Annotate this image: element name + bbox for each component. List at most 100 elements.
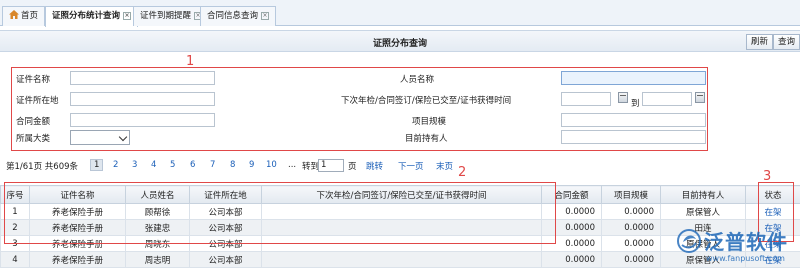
cell-next-date [261, 203, 542, 220]
pager-page-9[interactable]: 9 [249, 160, 254, 170]
cert-name-label: 证件名称 [16, 75, 51, 85]
current-holder-input[interactable] [561, 130, 706, 144]
contract-amount-input[interactable] [70, 113, 215, 127]
cell-amount: 0.0000 [541, 235, 602, 252]
cell-location: 公司本部 [189, 235, 262, 252]
cell-scale: 0.0000 [601, 219, 661, 236]
pager: 第1/61页 共609条 1 2 3 4 5 6 7 8 9 10 ... 转到… [0, 159, 480, 174]
annotation-marker-1: 1 [186, 54, 195, 69]
cell-amount: 0.0000 [541, 251, 602, 268]
cert-name-input[interactable] [70, 71, 215, 85]
cell-no: 1 [0, 203, 30, 220]
cell-cert-name: 养老保险手册 [29, 203, 126, 220]
col-header-holder[interactable]: 目前持有人 [660, 185, 746, 204]
page-title: 证照分布查询 [372, 39, 427, 49]
col-header-no[interactable]: 序号 [0, 185, 30, 204]
cell-scale: 0.0000 [601, 235, 661, 252]
cell-location: 公司本部 [189, 251, 262, 268]
project-scale-input[interactable] [561, 113, 706, 127]
cell-next-date [261, 235, 542, 252]
tab-contract-query[interactable]: 合同信息查询 × [200, 6, 277, 26]
pager-page-unit: 页 [348, 162, 357, 172]
cert-location-label: 证件所在地 [16, 96, 59, 106]
pager-page-7[interactable]: 7 [210, 160, 215, 170]
date-to-label: 到 [631, 99, 640, 109]
table-header-row: 序号 证件名称 人员姓名 证件所在地 下次年检/合同签订/保险已交至/证书获得时… [0, 185, 800, 204]
watermark-url: www.fanpusoft.com [706, 254, 785, 263]
person-name-label: 人员名称 [400, 75, 435, 85]
tab-cert-expiry[interactable]: 证件到期提醒 × [133, 6, 210, 26]
category-label: 所属大类 [16, 134, 51, 144]
cell-no: 3 [0, 235, 30, 252]
contract-amount-label: 合同金额 [16, 117, 51, 127]
pager-page-10[interactable]: 10 [266, 160, 277, 170]
cell-amount: 0.0000 [541, 203, 602, 220]
pager-last-button[interactable]: 末页 [436, 160, 453, 172]
col-header-amount[interactable]: 合同金额 [541, 185, 602, 204]
table-row[interactable]: 1 养老保险手册 顾帮徐 公司本部 0.0000 0.0000 原保管人 在架 [0, 203, 800, 220]
pager-page-3[interactable]: 3 [132, 160, 137, 170]
cell-cert-name: 养老保险手册 [29, 251, 126, 268]
watermark: 泛普软件 www.fanpusoft.com [676, 226, 800, 274]
date-to-input[interactable] [642, 92, 692, 106]
query-button[interactable]: 查询 [773, 34, 800, 50]
person-name-input[interactable] [561, 71, 706, 85]
tab-cert-expiry-label: 证件到期提醒 [140, 11, 192, 21]
close-icon[interactable]: × [261, 12, 270, 20]
tab-contract-query-label: 合同信息查询 [207, 11, 259, 21]
calendar-icon[interactable] [695, 92, 705, 103]
search-form: 证件名称 证件所在地 合同金额 所属大类 人员名称 下次年检/合同签订/保险已交… [11, 67, 708, 151]
calendar-icon[interactable] [618, 92, 628, 103]
cell-no: 4 [0, 251, 30, 268]
cell-holder: 原保管人 [660, 203, 746, 220]
tab-cert-distribution[interactable]: 证照分布统计查询 × [45, 6, 139, 27]
col-header-next-date[interactable]: 下次年检/合同签订/保险已交至/证书获得时间 [261, 185, 542, 204]
cell-cert-name: 养老保险手册 [29, 235, 126, 252]
next-date-label: 下次年检/合同签订/保险已交至/证书获得时间 [341, 96, 512, 106]
pager-page-4[interactable]: 4 [151, 160, 156, 170]
pager-jump-button[interactable]: 跳转 [366, 160, 383, 172]
brand-logo-icon [677, 229, 701, 253]
pager-summary: 第1/61页 共609条 [6, 162, 79, 172]
tab-home-label: 首页 [21, 11, 39, 21]
chevron-down-icon [118, 132, 128, 142]
cell-status-link[interactable]: 在架 [745, 203, 800, 220]
cell-scale: 0.0000 [601, 203, 661, 220]
col-header-cert-name[interactable]: 证件名称 [29, 185, 126, 204]
pager-page-6[interactable]: 6 [190, 160, 195, 170]
col-header-person-name[interactable]: 人员姓名 [125, 185, 190, 204]
refresh-button[interactable]: 刷新 [746, 34, 774, 50]
annotation-marker-3: 3 [763, 169, 772, 184]
col-header-scale[interactable]: 项目规模 [601, 185, 661, 204]
cell-next-date [261, 219, 542, 236]
pager-goto-input[interactable]: 1 [318, 159, 344, 172]
cert-location-input[interactable] [70, 92, 215, 106]
tab-home[interactable]: 首页 [2, 6, 46, 26]
cell-person-name: 张建忠 [125, 219, 190, 236]
watermark-brand: 泛普软件 [704, 230, 788, 254]
cell-cert-name: 养老保险手册 [29, 219, 126, 236]
home-icon [9, 10, 19, 19]
col-header-location[interactable]: 证件所在地 [189, 185, 262, 204]
col-header-status[interactable]: 状态 [745, 185, 800, 204]
pager-page-1[interactable]: 1 [90, 159, 104, 171]
cell-next-date [261, 251, 542, 268]
tab-cert-distribution-label: 证照分布统计查询 [52, 11, 121, 21]
category-select[interactable] [70, 130, 130, 145]
cell-scale: 0.0000 [601, 251, 661, 268]
cell-person-name: 周志明 [125, 251, 190, 268]
close-icon[interactable]: × [123, 12, 132, 20]
date-from-input[interactable] [561, 92, 611, 106]
pager-next-button[interactable]: 下一页 [398, 160, 424, 172]
cell-location: 公司本部 [189, 203, 262, 220]
tab-bar: 首页 证照分布统计查询 × 证件到期提醒 × 合同信息查询 × [0, 0, 800, 27]
pager-page-8[interactable]: 8 [230, 160, 235, 170]
project-scale-label: 项目规模 [412, 117, 447, 127]
pager-ellipsis: ... [288, 160, 297, 170]
pager-page-2[interactable]: 2 [113, 160, 118, 170]
cell-location: 公司本部 [189, 219, 262, 236]
pager-page-5[interactable]: 5 [170, 160, 175, 170]
cell-no: 2 [0, 219, 30, 236]
cell-person-name: 周晓东 [125, 235, 190, 252]
title-bar: 证照分布查询 刷新 查询 [0, 30, 800, 52]
